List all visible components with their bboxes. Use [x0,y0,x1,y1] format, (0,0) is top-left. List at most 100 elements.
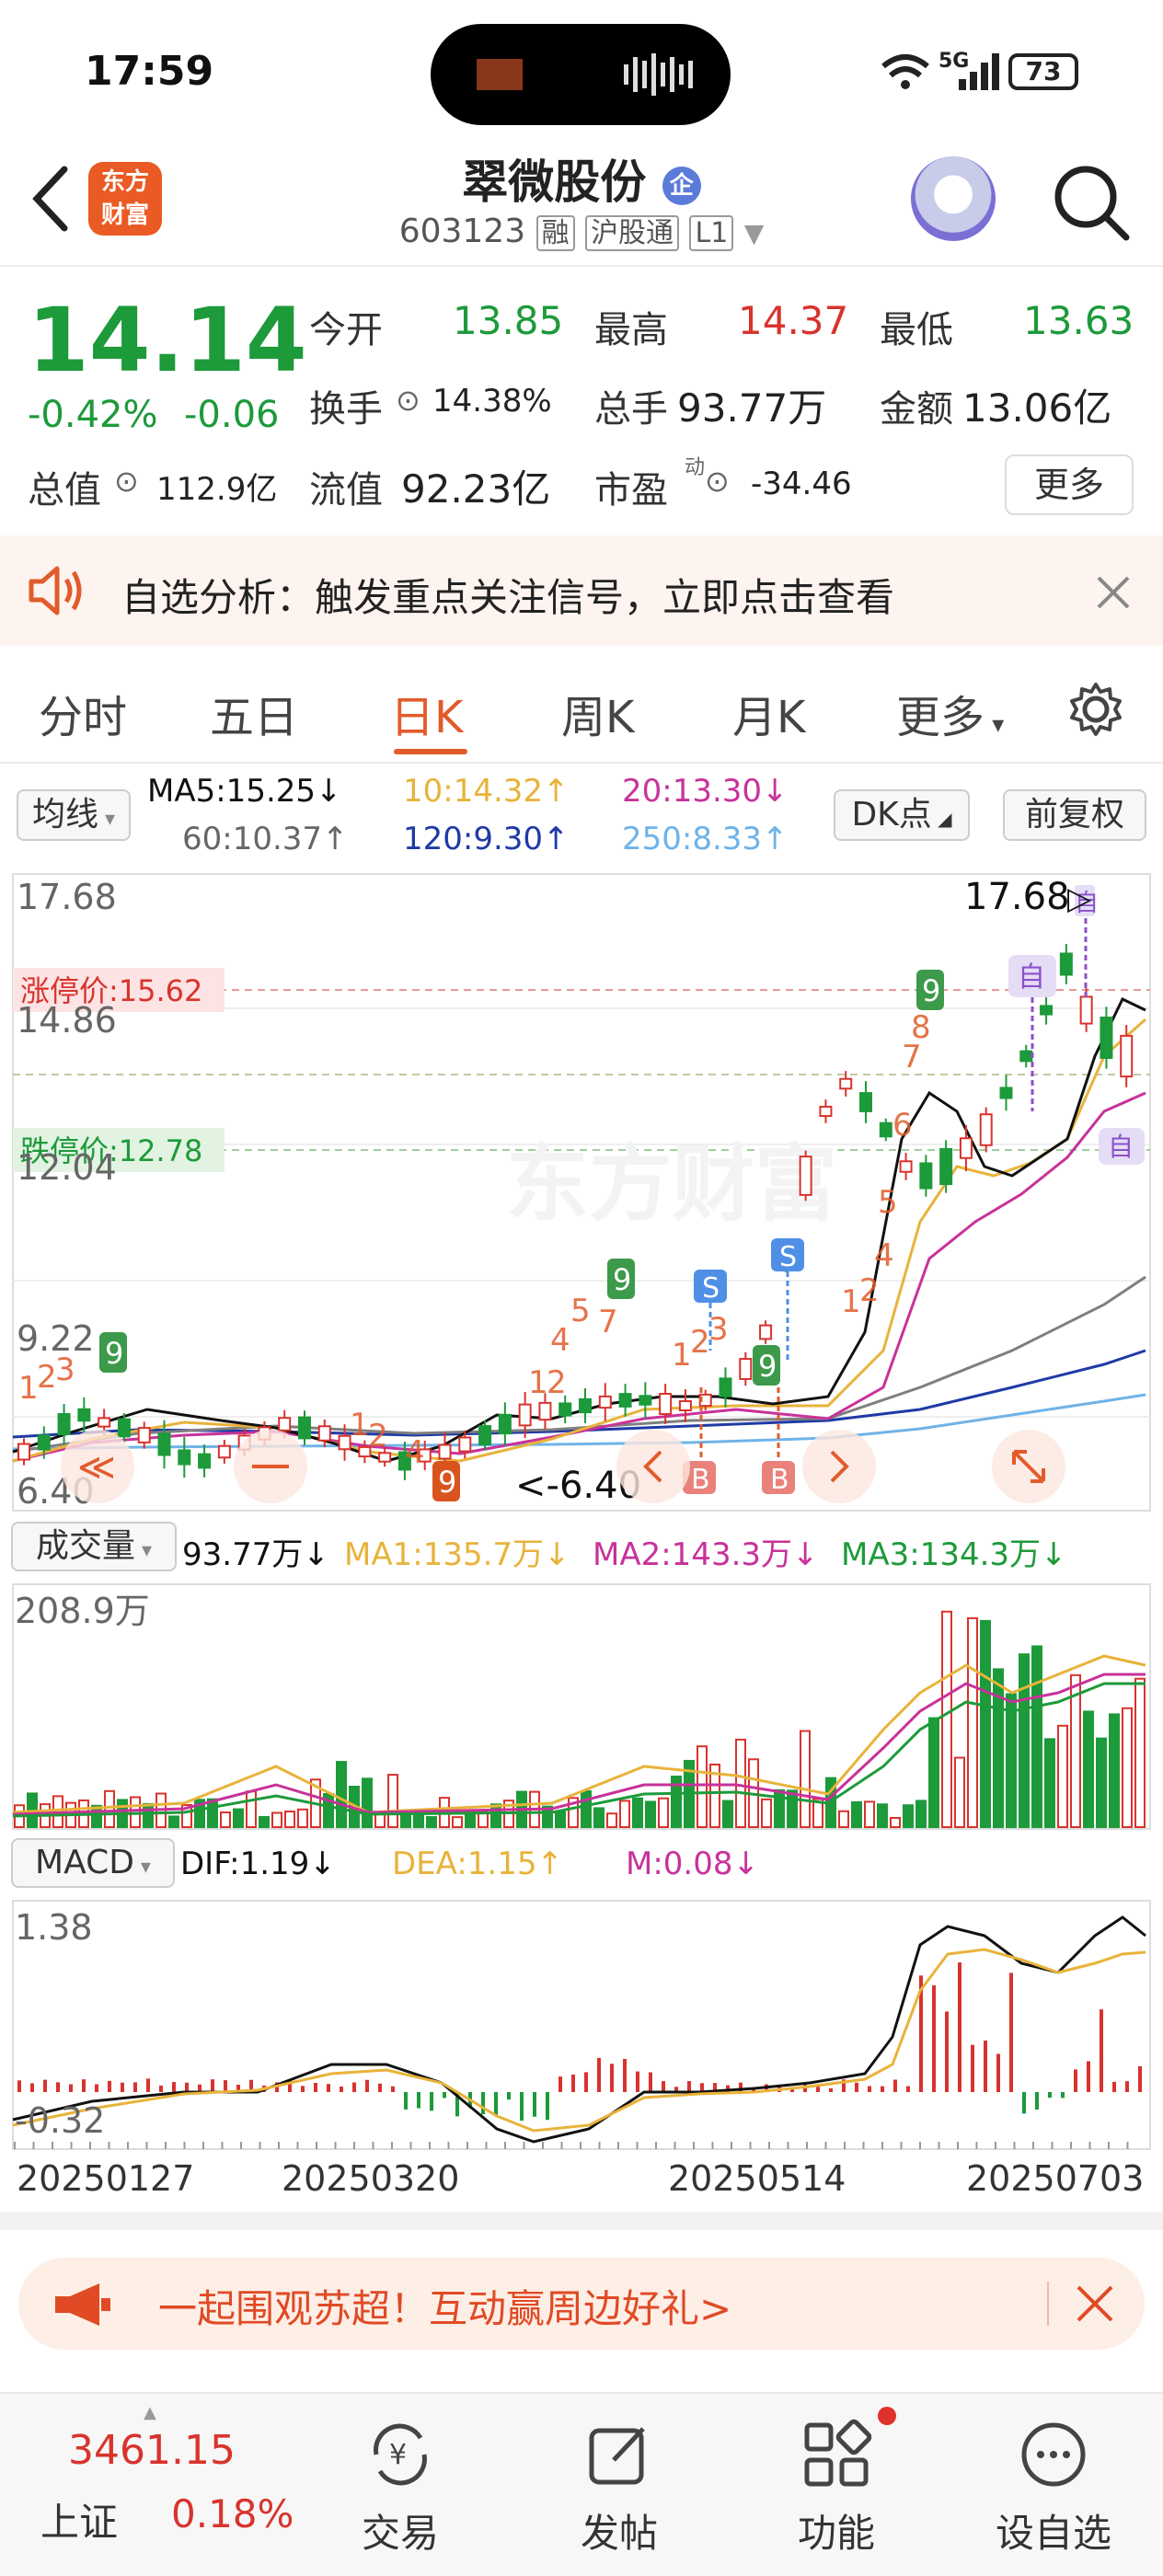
macd-bar [1009,1972,1013,2092]
promo-banner[interactable]: 一起围观苏超！互动赢周边好礼> [18,2258,1145,2350]
macd-bar [1125,2081,1129,2092]
macd-bar [133,2082,137,2092]
nav-trade[interactable]: ¥ 交易 [304,2394,497,2576]
candle [919,1155,933,1197]
macd-bar [365,2079,369,2092]
macd-bar [687,2081,691,2092]
macd-bar [507,2092,511,2100]
macd-bar [69,2084,73,2092]
volume-bar [1134,1677,1146,1829]
macd-bar [95,2084,98,2092]
open-label: 今开 [309,309,383,351]
candle [899,1153,913,1180]
prev-button [616,1430,690,1503]
change-percent: -0.42% [28,394,158,436]
turnover-value: 14.38% [432,383,552,420]
nav-functions[interactable]: 功能 [740,2394,933,2576]
enterprise-badge: 企 [662,166,701,205]
svg-text:7: 7 [598,1304,618,1340]
speaker-icon [29,566,82,615]
macd-bar [971,2044,974,2092]
nav-add-watchlist[interactable]: 设自选 [957,2394,1150,2576]
next-button [802,1430,876,1503]
volume-chart[interactable]: 208.9万 [0,1582,1163,1831]
nav-post[interactable]: 发帖 [523,2394,716,2576]
volume-bar [374,1812,386,1828]
volume-bar [555,1811,566,1828]
info-icon[interactable]: ⊙ [114,464,139,499]
volume-bar [297,1808,308,1828]
grid-icon [804,2419,872,2487]
candle [198,1444,212,1478]
open-value: 13.85 [453,298,564,343]
tab-five-day[interactable]: 五日 [210,681,298,745]
chevron-up-icon: ▲ [144,2403,156,2422]
candle [579,1387,592,1424]
tab-more[interactable]: 更多 ▾ [896,681,1004,745]
macd-selector[interactable]: MACD ▾ [11,1838,175,1888]
assistant-robot-icon[interactable] [911,156,996,241]
indicator-selector[interactable]: 均线 ▾ [17,789,131,841]
macd-bar [881,2086,884,2092]
close-icon[interactable] [1095,574,1132,611]
macd-bar [906,2086,910,2092]
low-label: 最低 [880,309,953,351]
macd-bar [121,2082,124,2092]
svg-text:B: B [770,1464,789,1496]
svg-text:1: 1 [841,1283,861,1320]
macd-m: M:0.08↓ [626,1846,759,1882]
svg-text:9: 9 [438,1465,456,1500]
volume-bar [722,1800,733,1828]
tab-weekly-k[interactable]: 周K [561,681,634,745]
close-icon[interactable] [1075,2283,1115,2324]
wifi-icon [881,54,929,89]
volume-bar [593,1807,605,1828]
macd-bar [224,2080,227,2092]
volume-legend: 成交量 ▾ 93.77万↓ MA1:135.7万↓ MA2:143.3万↓ MA… [0,1520,1163,1575]
search-icon[interactable] [1049,160,1132,243]
gear-icon[interactable] [1067,681,1124,738]
macd-bar [481,2092,485,2115]
date-label-2: 20250320 [282,2158,460,2199]
volume-selector[interactable]: 成交量 ▾ [11,1522,177,1571]
volume-bar [490,1803,501,1829]
mktcap-label: 总值 [28,469,101,512]
macd-bar [1112,2081,1116,2092]
candle [298,1410,311,1445]
macd-bar [984,2040,987,2092]
macd-chart[interactable]: 1.38 -0.32 [0,1899,1163,2156]
sell-signals[interactable]: S S [694,1238,804,1360]
tab-monthly-k[interactable]: 月K [732,681,805,745]
volume-bar [143,1802,154,1828]
macd-dea-line [12,1948,1146,2133]
volume-bar [697,1745,708,1828]
svg-text:自: 自 [1108,1132,1134,1162]
notice-text: 自选分析：触发重点关注信号，立即点击查看 [121,575,895,620]
svg-text:S: S [779,1241,797,1273]
dk-point-button[interactable]: DK点 ◢ [834,789,970,841]
kline-chart[interactable]: 东方财富 123 12 4 124 57 123 124 5678 9 9 9 9… [0,872,1163,1516]
signal-notice-bar[interactable]: 自选分析：触发重点关注信号，立即点击查看 [0,535,1163,646]
notification-dot [878,2407,896,2425]
volume-bar [645,1800,656,1828]
index-ticker[interactable]: ▲ 3461.15 上证 0.18% [0,2394,304,2576]
turnover-label: 换手 [309,388,383,431]
info-icon[interactable]: ⊙ [705,464,730,499]
svg-text:自: 自 [1018,961,1045,994]
tab-intraday[interactable]: 分时 [39,681,127,745]
macd-bar [352,2082,356,2092]
volume-max-label: 208.9万 [15,1591,150,1631]
macd-bar [945,2011,949,2092]
volume-value: 93.77万 [677,385,827,431]
tab-daily-k[interactable]: 日K [390,681,463,745]
adjust-button[interactable]: 前复权 [1003,789,1146,841]
more-quote-button[interactable]: 更多 [1005,454,1134,515]
macd-bar [636,2071,639,2092]
watermark: 东方财富 [506,1136,837,1233]
candle [979,1107,993,1153]
svg-text:2: 2 [690,1324,710,1361]
info-icon[interactable]: ⊙ [396,383,420,418]
watch-markers[interactable]: 自 自 自 [1008,885,1145,1165]
svg-text:2: 2 [859,1272,880,1309]
volume-ma3: MA3:134.3万↓ [841,1536,1067,1573]
